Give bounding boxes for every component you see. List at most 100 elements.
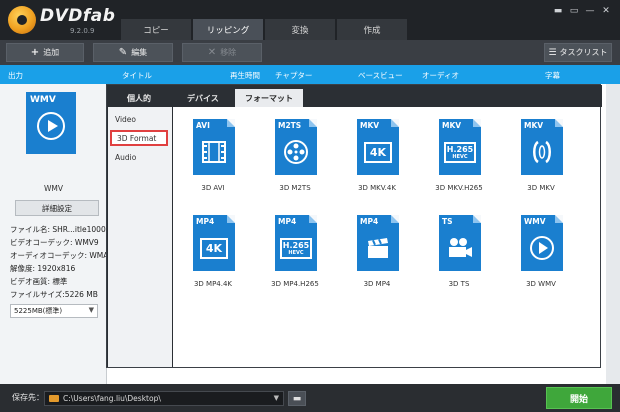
mkv-file-icon: MKV 4K — [357, 119, 399, 175]
matroska-icon — [521, 133, 563, 171]
save-to-label: 保存先： — [12, 393, 44, 402]
format-3d-mkv-h265[interactable]: MKV H.265 HEVC 3D MKV.H265 — [427, 119, 491, 199]
folder-open-icon: ▬ — [292, 393, 302, 404]
mp4-file-icon: MP4 — [357, 215, 399, 271]
info-resolution: 解像度: 1920x816 — [10, 264, 76, 273]
film-icon — [193, 133, 235, 171]
clapperboard-icon — [357, 229, 399, 267]
wmv-profile-icon[interactable]: WMV — [26, 92, 76, 154]
format-categories: Video 3D Format Audio — [108, 107, 172, 367]
folder-icon — [49, 395, 59, 402]
mp4-file-icon: MP4 H.265 HEVC — [275, 215, 317, 271]
play-icon — [37, 112, 65, 140]
close-icon[interactable]: ✕ — [598, 4, 614, 18]
play-icon — [521, 229, 563, 267]
remove-button-label: 移除 — [220, 48, 237, 57]
format-3d-m2ts[interactable]: M2TS 3D M2TS — [263, 119, 327, 199]
skin-icon[interactable]: ▭ — [566, 4, 582, 18]
tab-converter[interactable]: 変換 — [265, 19, 335, 40]
profile-subtabs: 個人的 デバイス フォーマット — [107, 85, 602, 107]
format-3d-mp4-4k[interactable]: MP4 4K 3D MP4.4K — [181, 215, 245, 295]
profile-selector-popup: 個人的 デバイス フォーマット Video 3D Format Audio AV… — [106, 84, 602, 368]
header-chapter[interactable]: チャプター — [275, 70, 312, 81]
header-output: 出力 — [8, 71, 23, 80]
app-brand: DVDfab — [40, 6, 116, 26]
size-select[interactable]: 5225MB(標準) ▼ — [10, 304, 98, 318]
mkv-file-icon: MKV — [521, 119, 563, 175]
tasklist-button[interactable]: ☰ タスクリスト — [544, 43, 612, 62]
tab-copy[interactable]: コピー — [121, 19, 191, 40]
size-select-value: 5225MB(標準) — [14, 307, 63, 315]
4k-icon: 4K — [357, 133, 399, 171]
window-controls: ▬ ▭ — ✕ — [550, 4, 614, 18]
format-3d-mkv-4k[interactable]: MKV 4K 3D MKV.4K — [345, 119, 409, 199]
add-button-label: 追加 — [43, 48, 60, 57]
wmv-icon-label: WMV — [30, 95, 56, 105]
mp4-file-icon: MP4 4K — [193, 215, 235, 271]
m2ts-file-icon: M2TS — [275, 119, 317, 175]
format-3d-wmv[interactable]: WMV 3D WMV — [509, 215, 573, 295]
main-tabs: コピー リッピング 変換 作成 — [121, 19, 409, 40]
output-path-select[interactable]: C:\Users\fang.liu\Desktop\ ▼ — [44, 391, 284, 406]
ts-file-icon: TS — [439, 215, 481, 271]
info-video-quality: ビデオ画質: 標準 — [10, 277, 68, 286]
bottom-bar: 保存先： C:\Users\fang.liu\Desktop\ ▼ ▬ 開始 — [0, 384, 620, 412]
format-3d-avi[interactable]: AVI 3D AVI — [181, 119, 245, 199]
header-subtitle[interactable]: 字幕 — [545, 70, 560, 81]
format-grid: AVI 3D AVI M2TS 3D M2TS MKV 4K 3D MKV.4K — [173, 107, 600, 367]
h265-icon: H.265 HEVC — [439, 133, 481, 171]
tab-creator[interactable]: 作成 — [337, 19, 407, 40]
film-reel-icon — [275, 133, 317, 171]
chevron-down-icon: ▼ — [88, 306, 94, 314]
chevron-down-icon: ▼ — [273, 394, 279, 402]
avi-file-icon: AVI — [193, 119, 235, 175]
header-preview[interactable]: ベースビュー — [358, 70, 403, 81]
edit-icon: ✎ — [118, 47, 128, 58]
info-filename: ファイル名: SHR...itle1000 — [10, 225, 106, 234]
remove-button[interactable]: ✕ 移除 — [182, 43, 262, 62]
plus-icon: + — [30, 47, 40, 58]
category-video[interactable]: Video — [110, 111, 168, 127]
tasklist-label: タスクリスト — [559, 48, 608, 57]
header-duration[interactable]: 再生時間 — [230, 70, 260, 81]
start-button[interactable]: 開始 — [546, 387, 612, 409]
info-audio-codec: オーディオコーデック: WMA — [10, 251, 109, 260]
output-profile-panel: WMV WMV 詳細設定 ファイル名: SHR...itle1000 ビデオコー… — [0, 84, 109, 384]
menu-icon[interactable]: ▬ — [550, 4, 566, 18]
toolbar: + 追加 ✎ 編集 ✕ 移除 ☰ タスクリスト — [0, 40, 620, 65]
mkv-file-icon: MKV H.265 HEVC — [439, 119, 481, 175]
wmv-file-icon: WMV — [521, 215, 563, 271]
output-path-value: C:\Users\fang.liu\Desktop\ — [63, 394, 161, 403]
format-3d-mkv[interactable]: MKV 3D MKV — [509, 119, 573, 199]
format-3d-mp4-h265[interactable]: MP4 H.265 HEVC 3D MP4.H265 — [263, 215, 327, 295]
title-bar: DVDfab 9.2.0.9 コピー リッピング 変換 作成 ▬ ▭ — ✕ — [0, 0, 620, 40]
header-title[interactable]: タイトル — [122, 70, 152, 81]
add-button[interactable]: + 追加 — [6, 43, 84, 62]
app-version: 9.2.0.9 — [70, 27, 95, 35]
edit-button[interactable]: ✎ 編集 — [93, 43, 173, 62]
subtab-device[interactable]: デバイス — [177, 89, 229, 107]
tab-ripper[interactable]: リッピング — [193, 19, 263, 40]
header-audio[interactable]: オーディオ — [422, 70, 459, 81]
profile-name: WMV — [43, 184, 64, 193]
subtab-personal[interactable]: 個人的 — [117, 89, 161, 107]
list-scrollbar[interactable] — [606, 84, 620, 384]
column-header: 出力 タイトル 再生時間 チャプター ベースビュー オーディオ 字幕 — [0, 65, 620, 84]
dvdfab-logo-icon — [8, 6, 36, 34]
video-camera-icon — [439, 229, 481, 267]
info-video-codec: ビデオコーデック: WMV9 — [10, 238, 99, 247]
edit-button-label: 編集 — [131, 48, 148, 57]
advanced-settings-button[interactable]: 詳細設定 — [15, 200, 99, 216]
browse-folder-button[interactable]: ▬ — [288, 391, 306, 406]
remove-icon: ✕ — [207, 47, 217, 58]
h265-icon: H.265 HEVC — [275, 229, 317, 267]
format-3d-mp4[interactable]: MP4 3D MP4 — [345, 215, 409, 295]
4k-icon: 4K — [193, 229, 235, 267]
info-file-size: ファイルサイズ:5226 MB — [10, 290, 98, 299]
category-3d-format[interactable]: 3D Format — [110, 130, 168, 146]
minimize-icon[interactable]: — — [582, 4, 598, 18]
list-icon: ☰ — [548, 47, 557, 58]
subtab-format[interactable]: フォーマット — [235, 89, 303, 107]
format-3d-ts[interactable]: TS 3D TS — [427, 215, 491, 295]
category-audio[interactable]: Audio — [110, 149, 168, 165]
